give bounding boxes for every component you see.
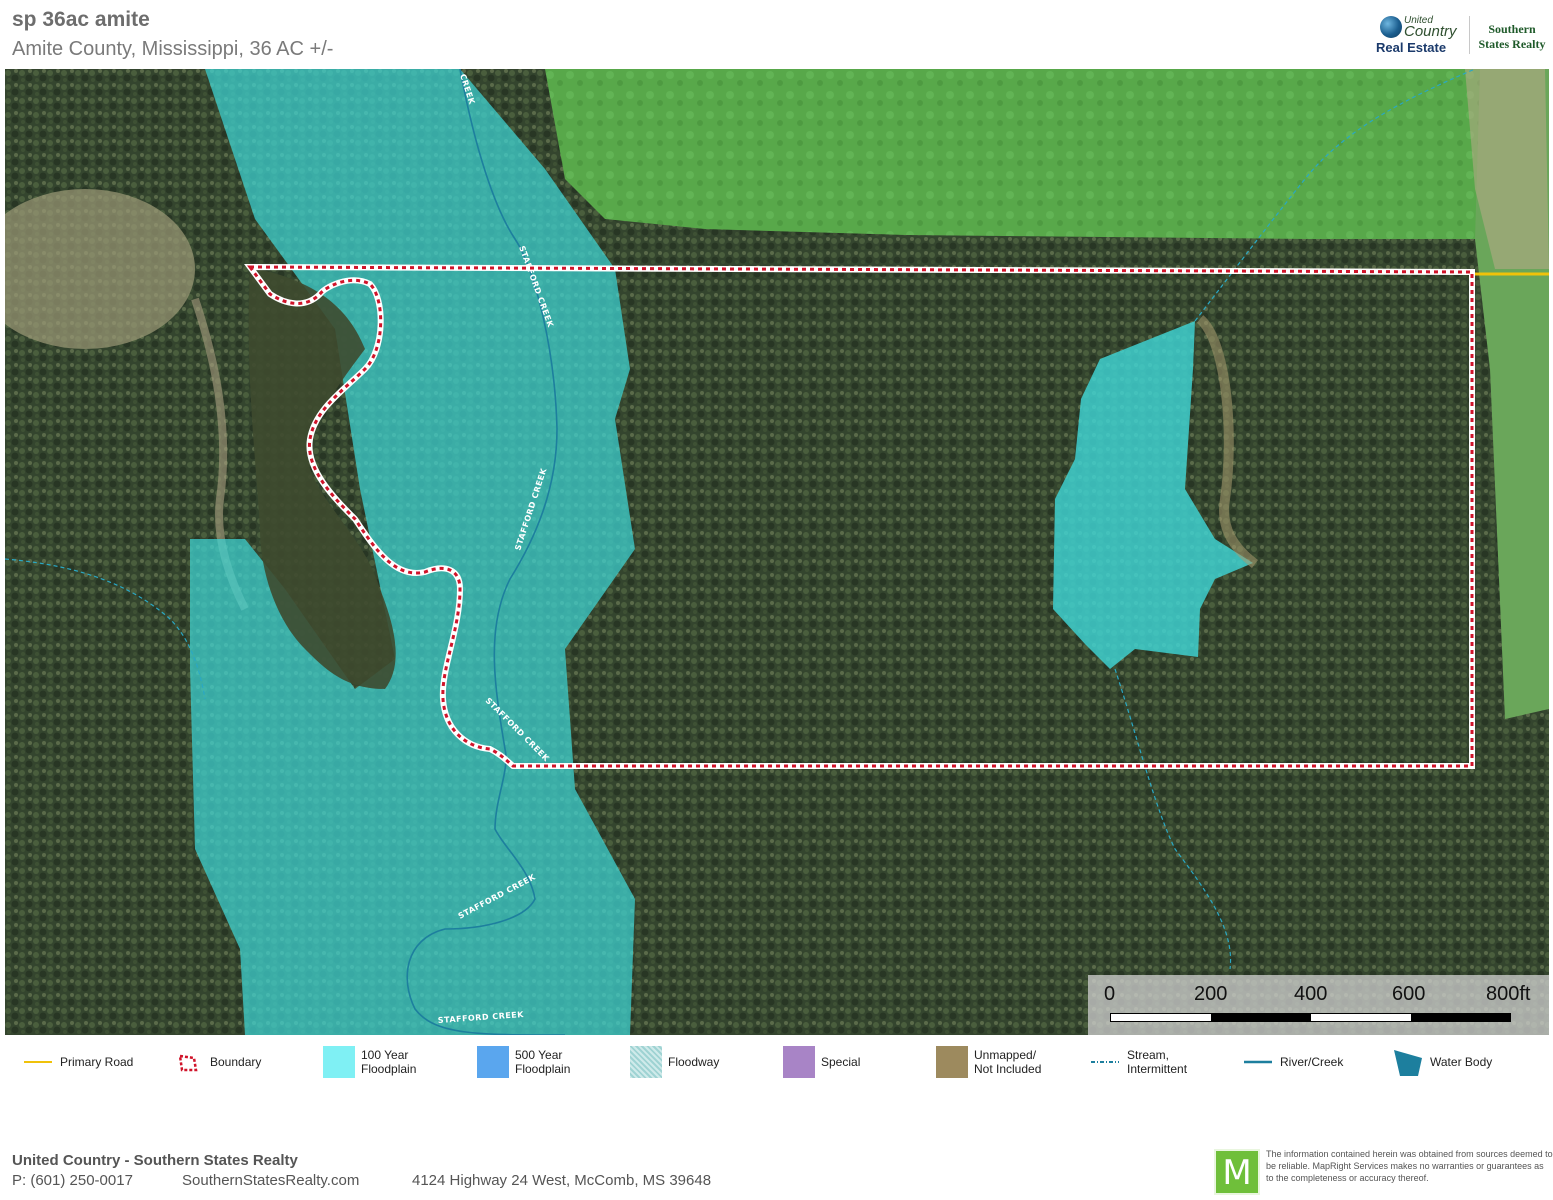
- legend-item-boundary: Boundary: [172, 1042, 261, 1082]
- legend-item-primary-road: Primary Road: [22, 1042, 133, 1082]
- logo-brand-line1: Southern: [1488, 22, 1536, 36]
- legend-label: Water Body: [1430, 1055, 1493, 1069]
- footer-website[interactable]: SouthernStatesRealty.com: [182, 1172, 359, 1189]
- disclaimer-text: The information contained herein was obt…: [1266, 1149, 1553, 1183]
- map-canvas: CREEK STAFFORD CREEK STAFFORD CREEK STAF…: [5, 69, 1549, 1035]
- logo-divider: [1469, 16, 1470, 54]
- footer-address: 4124 Highway 24 West, McComb, MS 39648: [412, 1172, 712, 1189]
- legend-label: Stream, Intermittent: [1127, 1048, 1188, 1076]
- legend-item-water-body: Water Body: [1392, 1042, 1492, 1082]
- mapright-logo: M: [1214, 1149, 1260, 1195]
- footer-phone: P: (601) 250-0017: [12, 1172, 133, 1189]
- floodplain-100-swatch-icon: [323, 1046, 355, 1078]
- legend-item-stream: Stream, Intermittent: [1089, 1042, 1187, 1082]
- legend-item-floodplain-100: 100 Year Floodplain: [323, 1042, 416, 1082]
- stream-line-icon: [1091, 1061, 1119, 1063]
- scale-tick: 600: [1392, 983, 1426, 1005]
- page-subtitle: Amite County, Mississippi, 36 AC +/-: [12, 38, 334, 60]
- map-view[interactable]: CREEK STAFFORD CREEK STAFFORD CREEK STAF…: [5, 69, 1549, 1035]
- unmapped-swatch-icon: [936, 1046, 968, 1078]
- primary-road-line-icon: [24, 1061, 52, 1063]
- globe-icon: [1380, 16, 1402, 38]
- special-swatch-icon: [783, 1046, 815, 1078]
- legend-label: 100 Year Floodplain: [361, 1048, 417, 1076]
- logo-country: Country: [1404, 23, 1457, 40]
- legend-label: Primary Road: [60, 1055, 134, 1069]
- logo-real-estate: Real Estate: [1376, 40, 1447, 55]
- map-legend: Primary Road Boundary 100 Year Floodplai…: [0, 1042, 1553, 1092]
- legend-label: Floodway: [668, 1055, 720, 1069]
- scale-segment: [1211, 1014, 1311, 1021]
- legend-label: Boundary: [210, 1055, 262, 1069]
- floodway-swatch-icon: [630, 1046, 662, 1078]
- mapright-logo-letter: M: [1222, 1153, 1252, 1193]
- legend-item-unmapped: Unmapped/ Not Included: [936, 1042, 1041, 1082]
- scale-bar-graphic: [1110, 1013, 1511, 1022]
- legend-item-floodplain-500: 500 Year Floodplain: [477, 1042, 570, 1082]
- footer-company: United Country - Southern States Realty: [12, 1152, 298, 1169]
- scale-tick: 800ft: [1486, 983, 1531, 1005]
- legend-label: Unmapped/ Not Included: [974, 1048, 1042, 1076]
- boundary-polygon-icon: [178, 1054, 198, 1072]
- legend-label: 500 Year Floodplain: [515, 1048, 571, 1076]
- page-title: sp 36ac amite: [12, 8, 150, 31]
- legend-item-floodway: Floodway: [630, 1042, 719, 1082]
- scale-bar: 0 200 400 600 800ft: [1088, 975, 1549, 1035]
- brand-logo: United Country Real Estate Southern Stat…: [1374, 12, 1550, 58]
- legend-item-special: Special: [783, 1042, 860, 1082]
- scale-tick: 200: [1194, 983, 1228, 1005]
- legend-label: Special: [821, 1055, 861, 1069]
- river-line-icon: [1244, 1060, 1272, 1064]
- legend-item-river: River/Creek: [1242, 1042, 1343, 1082]
- scale-segment: [1411, 1014, 1510, 1021]
- water-body-shape-icon: [1394, 1050, 1422, 1076]
- scale-tick: 400: [1294, 983, 1328, 1005]
- pasture-field: [545, 69, 1483, 239]
- scale-tick: 0: [1104, 983, 1116, 1005]
- floodplain-500-swatch-icon: [477, 1046, 509, 1078]
- logo-brand-line2: States Realty: [1478, 37, 1546, 51]
- legend-label: River/Creek: [1280, 1055, 1344, 1069]
